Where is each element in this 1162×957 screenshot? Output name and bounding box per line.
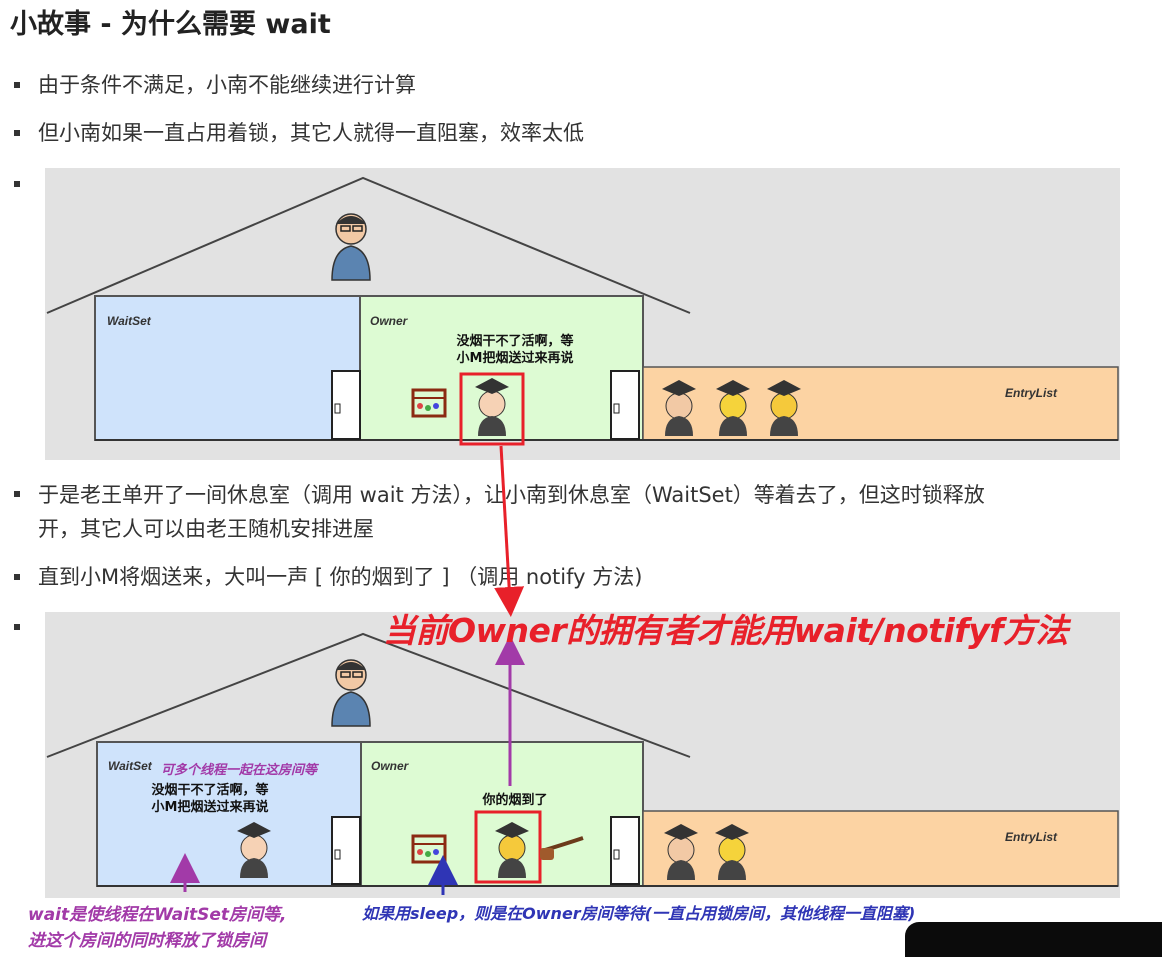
bullet-text-blocking: 但小南如果一直占用着锁，其它人就得一直阻塞，效率太低 — [38, 121, 584, 145]
waitset-label: WaitSet — [107, 314, 151, 328]
owner-rule-annotation: 当前Owner的拥有者才能用wait/notifyf方法 — [383, 611, 1069, 650]
door-icon — [610, 816, 640, 885]
sleep-explanation: 如果用sleep，则是在Owner房间等待(一直占用锁房间，其他线程一直阻塞) — [362, 904, 916, 923]
bullet-line: 于是老王单开了一间休息室（调用 wait 方法），让小南到休息室（WaitSet… — [38, 483, 985, 507]
speech-bubble: 没烟干不了活啊，等 小M把烟送过来再说 — [440, 333, 590, 367]
scene-wait-before: WaitSet Owner EntryList 没烟干不了活啊，等 小M把烟送过… — [45, 168, 1120, 460]
speech-line: 小M把烟送过来再说 — [151, 800, 269, 815]
wait-line: wait是使线程在WaitSet房间等, — [28, 905, 287, 925]
delivery-speech: 你的烟到了 — [482, 793, 548, 808]
door-icon — [610, 370, 640, 440]
speech-line: 小M把烟送过来再说 — [456, 351, 574, 366]
speech-bubble: 没烟干不了活啊，等 小M把烟送过来再说 — [135, 782, 285, 816]
door-icon — [331, 370, 361, 440]
house-illustration — [46, 176, 1119, 446]
bullet-marker — [14, 181, 20, 187]
speech-line: 没烟干不了活啊，等 — [456, 334, 574, 349]
boss-avatar — [331, 213, 371, 281]
student-avatar — [716, 380, 750, 436]
student-avatar — [662, 380, 696, 436]
scene-notify-after: WaitSet Owner EntryList 没烟干不了活啊，等 小M把烟送过… — [45, 612, 1120, 898]
student-avatar — [475, 378, 509, 436]
entrylist-label: EntryList — [1005, 830, 1058, 844]
house-illustration — [46, 632, 1119, 887]
boss-avatar — [331, 659, 371, 727]
door-icon — [331, 816, 361, 885]
bullet-text-condition: 由于条件不满足，小南不能继续进行计算 — [38, 73, 416, 97]
waitset-label: WaitSet — [108, 759, 152, 773]
student-avatar — [664, 824, 698, 880]
bullet-marker — [14, 624, 20, 630]
bullet-text-notify: 直到小M将烟送来，大叫一声 [ 你的烟到了 ] （调用 notify 方法) — [38, 565, 643, 589]
student-avatar — [237, 822, 271, 878]
student-avatar — [495, 822, 529, 878]
waitset-multi-thread-note: 可多个线程一起在这房间等 — [161, 763, 318, 778]
bullet-marker — [14, 82, 20, 88]
bullet-line: 开，其它人可以由老王随机安排进屋 — [38, 517, 374, 541]
bullet-text-waitset: 于是老王单开了一间休息室（调用 wait 方法），让小南到休息室（WaitSet… — [38, 478, 985, 546]
bullet-marker — [14, 491, 20, 497]
student-avatar — [767, 380, 801, 436]
entrylist-label: EntryList — [1005, 386, 1058, 400]
student-avatar — [715, 824, 749, 880]
speech-line: 没烟干不了活啊，等 — [151, 783, 269, 798]
bullet-marker — [14, 130, 20, 136]
video-overlay-corner — [905, 922, 1162, 957]
owner-label: Owner — [371, 759, 409, 773]
owner-label: Owner — [370, 314, 408, 328]
bullet-marker — [14, 574, 20, 580]
wait-line: 进这个房间的同时释放了锁房间 — [28, 931, 266, 951]
page-title: 小故事 - 为什么需要 wait — [10, 9, 331, 40]
wait-explanation: wait是使线程在WaitSet房间等, 进这个房间的同时释放了锁房间 — [28, 902, 287, 954]
